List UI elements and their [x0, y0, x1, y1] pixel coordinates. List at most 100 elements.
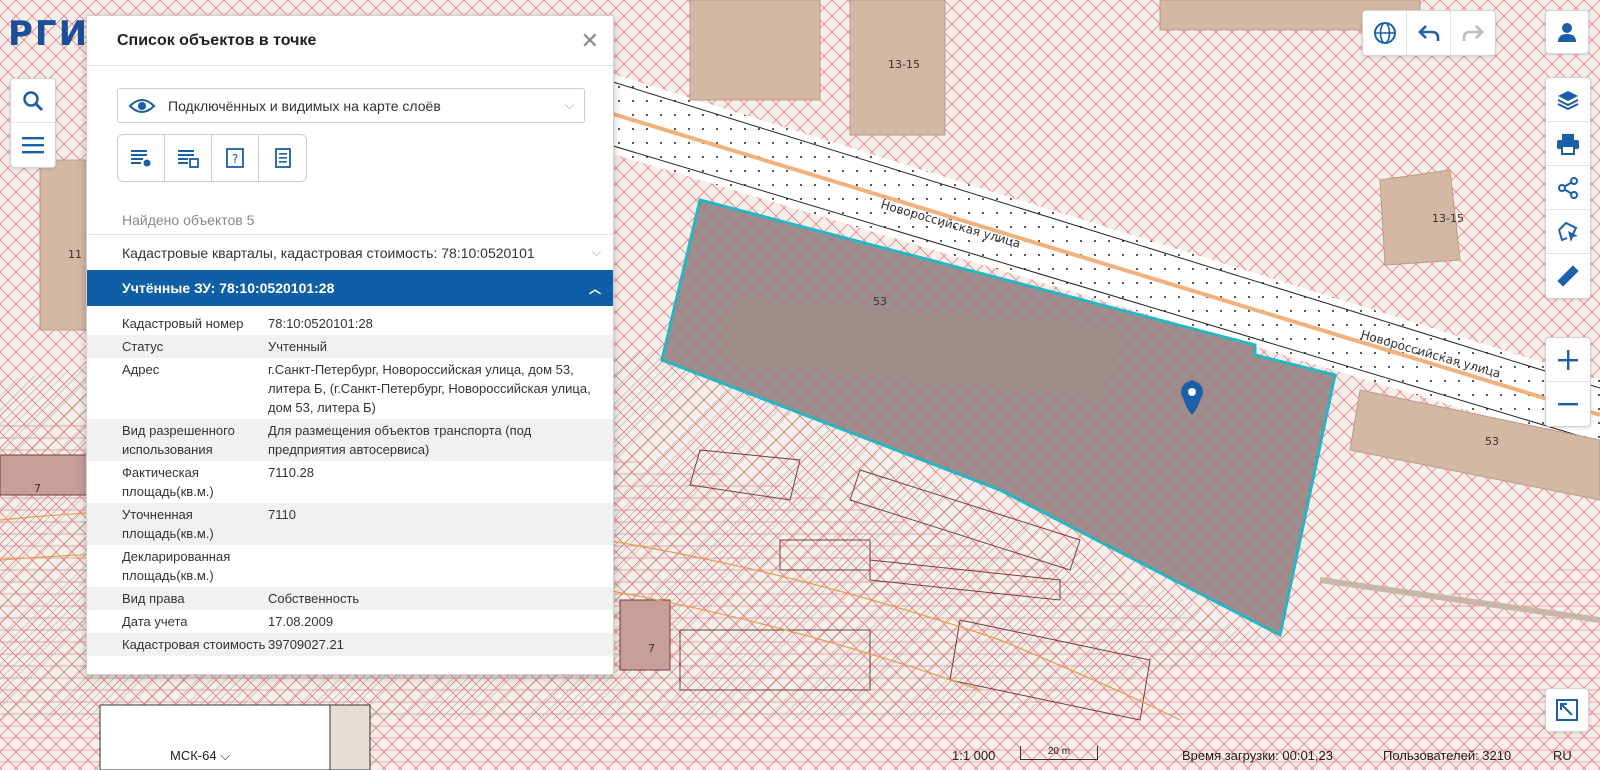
- property-row: Вид права Собственность: [87, 587, 613, 610]
- chevron-down-icon: ⌵: [220, 748, 231, 763]
- panel-tool-row: ?: [117, 134, 307, 182]
- building-label: 53: [1485, 435, 1499, 448]
- property-key: Адрес: [122, 362, 160, 377]
- undo-button[interactable]: [1407, 11, 1451, 55]
- minus-icon: [1558, 403, 1578, 406]
- ruler-icon: [1557, 265, 1579, 287]
- list-area-icon: [178, 150, 199, 168]
- building-label: 13-15: [1432, 212, 1464, 225]
- polygon-select-icon: [1558, 221, 1578, 242]
- close-icon[interactable]: ✕: [581, 29, 599, 52]
- language-select[interactable]: RU: [1553, 748, 1572, 763]
- logo: РГИ: [8, 14, 90, 54]
- menu-button[interactable]: [11, 123, 55, 167]
- zoom-out-button[interactable]: [1546, 382, 1590, 426]
- building-label: 13-15: [888, 58, 920, 71]
- panel-header: Список объектов в точке ✕: [87, 16, 613, 66]
- building-label: 53: [873, 295, 887, 308]
- fullscreen-button[interactable]: [1545, 688, 1589, 732]
- crs-select[interactable]: МСК-64 ⌵: [170, 748, 230, 764]
- list-pin-icon: [131, 150, 151, 167]
- search-button[interactable]: [11, 79, 55, 123]
- property-value: Для размещения объектов транспорта (под …: [268, 423, 532, 457]
- property-key: Фактическая площадь(кв.м.): [122, 465, 214, 499]
- property-key: Кадастровая стоимость: [122, 637, 266, 652]
- scale-bar: 20 m: [1020, 746, 1098, 760]
- list-area-button[interactable]: [165, 135, 212, 181]
- redo-icon: [1462, 25, 1484, 41]
- property-key: Вид права: [122, 591, 185, 606]
- property-key: Кадастровый номер: [122, 316, 244, 331]
- share-icon: [1558, 176, 1578, 199]
- section-registered-land[interactable]: Учтённые ЗУ: 78:10:0520101:28 ︿: [87, 270, 613, 306]
- section-label: Кадастровые кварталы, кадастровая стоимо…: [122, 244, 535, 261]
- property-key: Статус: [122, 339, 164, 354]
- layer-select-value: Подключённых и видимых на карте слоёв: [168, 97, 441, 114]
- property-key: Декларированная площадь(кв.м.): [122, 549, 231, 583]
- building-label: 7: [648, 642, 655, 655]
- users-count: Пользователей: 3210: [1383, 748, 1512, 763]
- property-row: Уточненная площадь(кв.м.) 7110: [87, 503, 613, 545]
- property-value: 7110: [268, 507, 296, 522]
- property-value: 78:10:0520101:28: [268, 316, 373, 331]
- section-label: Учтённые ЗУ: 78:10:0520101:28: [122, 280, 335, 296]
- property-value: [268, 547, 613, 585]
- property-key: Уточненная площадь(кв.м.): [122, 507, 214, 541]
- list-point-button[interactable]: [118, 135, 165, 181]
- undo-icon: [1417, 25, 1439, 41]
- expand-icon: [1556, 699, 1578, 721]
- property-row: Статус Учтенный: [87, 335, 613, 358]
- property-key: Вид разрешенного использования: [122, 423, 235, 457]
- search-icon: [23, 90, 43, 111]
- found-count: Найдено объектов 5: [122, 212, 255, 228]
- right-toolbar: [1545, 77, 1591, 299]
- chevron-down-icon: ⌵: [564, 98, 574, 112]
- document-button[interactable]: [259, 135, 306, 181]
- property-row: Декларированная площадь(кв.м.): [87, 545, 613, 587]
- property-key: Дата учета: [122, 614, 188, 629]
- print-button[interactable]: [1546, 122, 1590, 166]
- history-toolbar: [1362, 10, 1496, 56]
- redo-button[interactable]: [1451, 11, 1495, 55]
- user-button[interactable]: [1545, 10, 1589, 54]
- plus-icon: [1558, 349, 1578, 370]
- chevron-up-icon: ︿: [588, 281, 601, 296]
- property-value: 7110.28: [268, 465, 315, 480]
- share-button[interactable]: [1546, 166, 1590, 210]
- panel-title: Список объектов в точке: [117, 31, 317, 49]
- property-row: Дата учета 17.08.2009: [87, 610, 613, 633]
- status-bar: МСК-64 ⌵ 1:1 000 20 m Время загрузки: 00…: [0, 742, 1600, 770]
- zoom-in-button[interactable]: [1546, 338, 1590, 382]
- property-value: Собственность: [268, 591, 360, 606]
- property-row: Вид разрешенного использования Для размещ…: [87, 419, 613, 461]
- layers-button[interactable]: [1546, 78, 1590, 122]
- scale-bar-label: 20 m: [1047, 746, 1071, 757]
- eye-layers-icon: [128, 98, 156, 113]
- layer-select[interactable]: Подключённых и видимых на карте слоёв ⌵: [117, 88, 585, 123]
- property-row: Фактическая площадь(кв.м.) 7110.28: [87, 461, 613, 503]
- user-icon: [1558, 23, 1576, 42]
- property-row: Кадастровый номер 78:10:0520101:28: [87, 312, 613, 335]
- property-value: Учтенный: [268, 339, 328, 354]
- property-row: Адрес г.Санкт-Петербург, Новороссийская у…: [87, 358, 613, 419]
- objects-panel: Список объектов в точке ✕ Подключённых и…: [86, 15, 614, 675]
- globe-icon: [1373, 22, 1396, 44]
- property-value: г.Санкт-Петербург, Новороссийская улица,…: [268, 362, 591, 415]
- document-icon: [274, 148, 291, 168]
- print-icon: [1557, 133, 1579, 155]
- svg-text:?: ?: [232, 152, 238, 166]
- query-button[interactable]: ?: [212, 135, 259, 181]
- property-value: 17.08.2009: [268, 614, 334, 629]
- property-value: 39709027.21: [268, 637, 344, 652]
- measure-button[interactable]: [1546, 254, 1590, 298]
- menu-icon: [22, 137, 44, 154]
- layers-icon: [1557, 90, 1579, 110]
- load-time: Время загрузки: 00:01,23: [1182, 748, 1333, 763]
- crs-value: МСК-64: [170, 748, 217, 763]
- properties-table: Кадастровый номер 78:10:0520101:28 Статус…: [87, 312, 613, 656]
- scale-value: 1:1 000: [952, 748, 996, 763]
- globe-button[interactable]: [1363, 11, 1407, 55]
- select-area-button[interactable]: [1546, 210, 1590, 254]
- section-cadastral-quarters[interactable]: Кадастровые кварталы, кадастровая стоимо…: [87, 234, 613, 270]
- left-toolbar: [10, 78, 56, 168]
